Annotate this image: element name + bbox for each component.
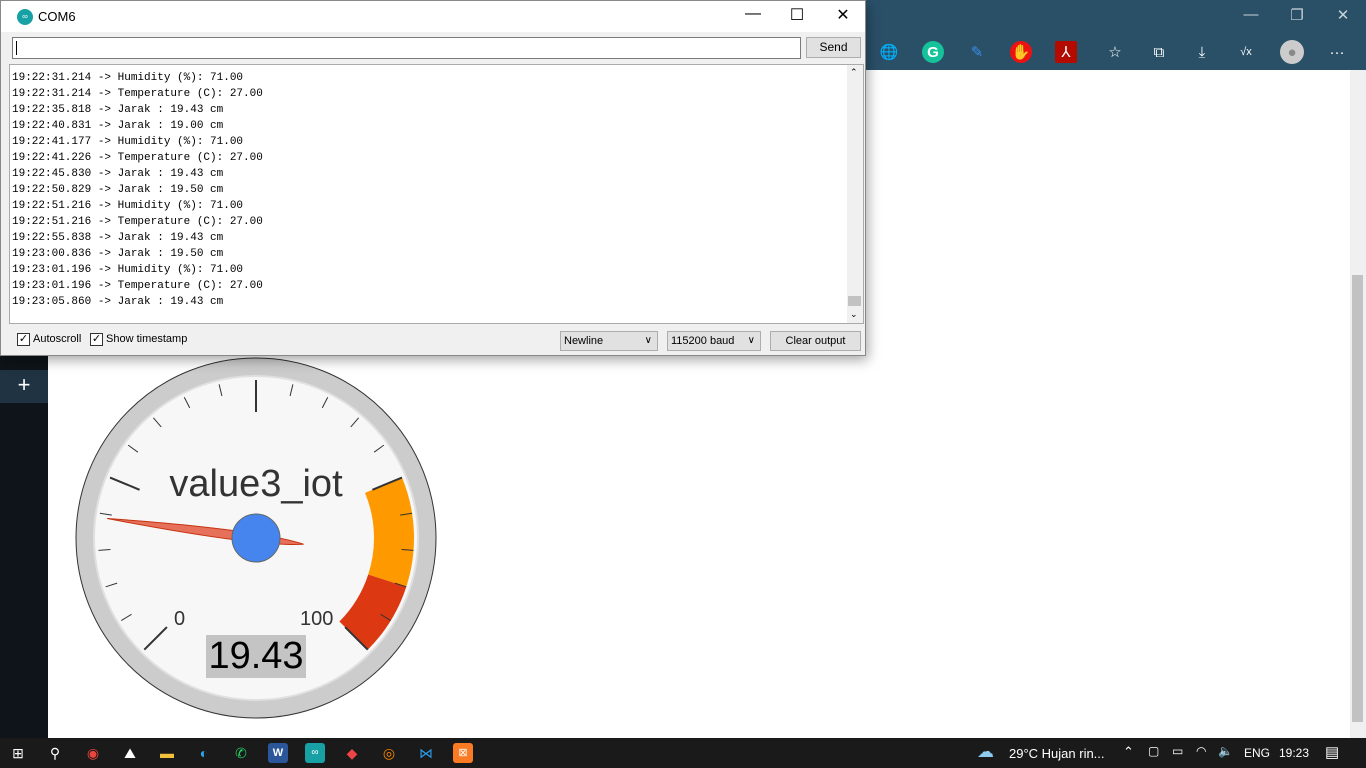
- minimize-button[interactable]: —: [733, 5, 773, 23]
- serial-line: 19:23:00.836 -> Jarak : 19.50 cm: [12, 248, 224, 260]
- serial-output: 19:22:31.214 -> Humidity (%): 71.00 19:22…: [9, 64, 864, 324]
- serial-line: 19:23:01.196 -> Temperature (C): 27.00: [12, 280, 263, 292]
- favorites-icon[interactable]: ☆: [1104, 41, 1126, 63]
- serial-line: 19:22:41.226 -> Temperature (C): 27.00: [12, 152, 263, 164]
- line-ending-select[interactable]: Newline ∨: [560, 331, 658, 351]
- more-menu-icon[interactable]: ···: [1326, 41, 1348, 63]
- math-solver-icon[interactable]: √x: [1235, 41, 1257, 63]
- window-title: COM6: [38, 9, 76, 24]
- scroll-down-icon[interactable]: ⌄: [850, 309, 858, 320]
- adblock-icon[interactable]: ✋: [1010, 41, 1032, 63]
- windows-start-icon[interactable]: ⊞: [8, 743, 28, 763]
- collections-icon[interactable]: ⧉: [1148, 41, 1170, 63]
- page-scrollbar-thumb[interactable]: [1352, 275, 1363, 722]
- serial-line: 19:22:40.831 -> Jarak : 19.00 cm: [12, 120, 224, 132]
- gauge-value: 19.43: [206, 635, 306, 678]
- weather-cloud-icon: ☁: [977, 742, 994, 761]
- close-button[interactable]: ✕: [823, 5, 863, 25]
- serial-monitor-window: ∞ COM6 — ☐ ✕ Send 19:22:31.214 -> Humidi…: [0, 0, 866, 356]
- search-icon[interactable]: ⚲: [45, 743, 65, 763]
- output-scrollbar[interactable]: ⌃ ⌄: [847, 65, 863, 323]
- camera-icon[interactable]: ▢: [1148, 744, 1159, 758]
- clear-output-button[interactable]: Clear output: [770, 331, 861, 351]
- language-indicator[interactable]: ENG: [1244, 746, 1270, 760]
- show-timestamp-label: Show timestamp: [106, 333, 188, 345]
- browser-close-button[interactable]: ✕: [1328, 6, 1358, 24]
- whatsapp-icon[interactable]: ✆: [231, 743, 251, 763]
- wifi-icon[interactable]: ◠: [1196, 744, 1206, 758]
- gauge: [75, 357, 437, 719]
- baud-rate-value: 115200 baud: [671, 335, 735, 347]
- serial-line: 19:22:31.214 -> Temperature (C): 27.00: [12, 88, 263, 100]
- profile-avatar[interactable]: ●: [1280, 40, 1304, 64]
- serial-line: 19:23:05.860 -> Jarak : 19.43 cm: [12, 296, 224, 308]
- title-bar: ∞ COM6 — ☐ ✕: [1, 1, 865, 32]
- browser-restore-button[interactable]: ❐: [1282, 6, 1312, 24]
- app-icon[interactable]: ⛰: [120, 743, 140, 763]
- battery-icon[interactable]: ▭: [1172, 744, 1183, 758]
- gauge-max-label: 100: [300, 608, 334, 630]
- chevron-down-icon: ∨: [644, 335, 652, 346]
- clock[interactable]: 19:23: [1279, 746, 1309, 760]
- gauge-min-label: 0: [174, 608, 186, 630]
- chrome-icon[interactable]: ◉: [83, 743, 103, 763]
- gauge-label: value3_iot: [169, 463, 343, 505]
- grammarly-icon[interactable]: G: [922, 41, 944, 63]
- arduino-logo-icon: ∞: [17, 9, 33, 25]
- serial-line: 19:22:51.216 -> Humidity (%): 71.00: [12, 200, 244, 212]
- baud-rate-select[interactable]: 115200 baud ∨: [667, 331, 761, 351]
- git-icon[interactable]: ◆: [342, 743, 362, 763]
- send-input[interactable]: [12, 37, 801, 59]
- edge-icon[interactable]: ◐: [194, 743, 214, 763]
- serial-line: 19:22:31.214 -> Humidity (%): 71.00: [12, 72, 244, 84]
- serial-lines: 19:22:31.214 -> Humidity (%): 71.00 19:22…: [12, 70, 263, 310]
- serial-line: 19:22:45.830 -> Jarak : 19.43 cm: [12, 168, 224, 180]
- output-scroll-thumb[interactable]: [848, 296, 861, 306]
- autoscroll-checkbox[interactable]: ✓: [17, 333, 30, 346]
- arduino-taskbar-icon[interactable]: ∞: [305, 743, 325, 763]
- vscode-icon[interactable]: ⋈: [416, 743, 436, 763]
- obs-icon[interactable]: ◎: [379, 743, 399, 763]
- send-button[interactable]: Send: [806, 37, 861, 58]
- tray-chevron-icon[interactable]: ⌃: [1123, 744, 1134, 760]
- idm-extension-icon[interactable]: 🌐: [878, 41, 900, 63]
- serial-line: 19:22:55.838 -> Jarak : 19.43 cm: [12, 232, 224, 244]
- pen-extension-icon[interactable]: ✎: [966, 41, 988, 63]
- download-icon[interactable]: ⤓: [1191, 41, 1213, 63]
- gauge-needle-hub: [231, 513, 281, 563]
- serial-line: 19:22:50.829 -> Jarak : 19.50 cm: [12, 184, 224, 196]
- notifications-icon[interactable]: ▤: [1325, 743, 1339, 761]
- serial-line: 19:22:41.177 -> Humidity (%): 71.00: [12, 136, 244, 148]
- pdf-extension-icon[interactable]: ⅄: [1055, 41, 1077, 63]
- serial-line: 19:22:51.216 -> Temperature (C): 27.00: [12, 216, 263, 228]
- add-sidebar-icon[interactable]: +: [0, 370, 48, 403]
- weather-text[interactable]: 29°C Hujan rin...: [1009, 746, 1105, 761]
- taskbar: ⊞ ⚲ ◉ ⛰ ▬ ◐ ✆ W ∞ ◆ ◎ ⋈ ⊠ ☁ 29°C Hujan r…: [0, 738, 1366, 768]
- maximize-button[interactable]: ☐: [777, 5, 817, 25]
- chevron-down-icon: ∨: [747, 335, 755, 346]
- bottom-bar: ✓ Autoscroll ✓ Show timestamp Newline ∨ 1…: [9, 329, 864, 351]
- autoscroll-label: Autoscroll: [33, 333, 82, 345]
- line-ending-value: Newline: [564, 335, 604, 347]
- word-icon[interactable]: W: [268, 743, 288, 763]
- serial-line: 19:23:01.196 -> Humidity (%): 71.00: [12, 264, 244, 276]
- volume-icon[interactable]: 🔈: [1218, 744, 1233, 758]
- show-timestamp-checkbox[interactable]: ✓: [90, 333, 103, 346]
- xampp-icon[interactable]: ⊠: [453, 743, 473, 763]
- scroll-up-icon[interactable]: ⌃: [850, 67, 858, 78]
- serial-line: 19:22:35.818 -> Jarak : 19.43 cm: [12, 104, 224, 116]
- file-explorer-icon[interactable]: ▬: [157, 743, 177, 763]
- browser-minimize-button[interactable]: —: [1236, 6, 1266, 23]
